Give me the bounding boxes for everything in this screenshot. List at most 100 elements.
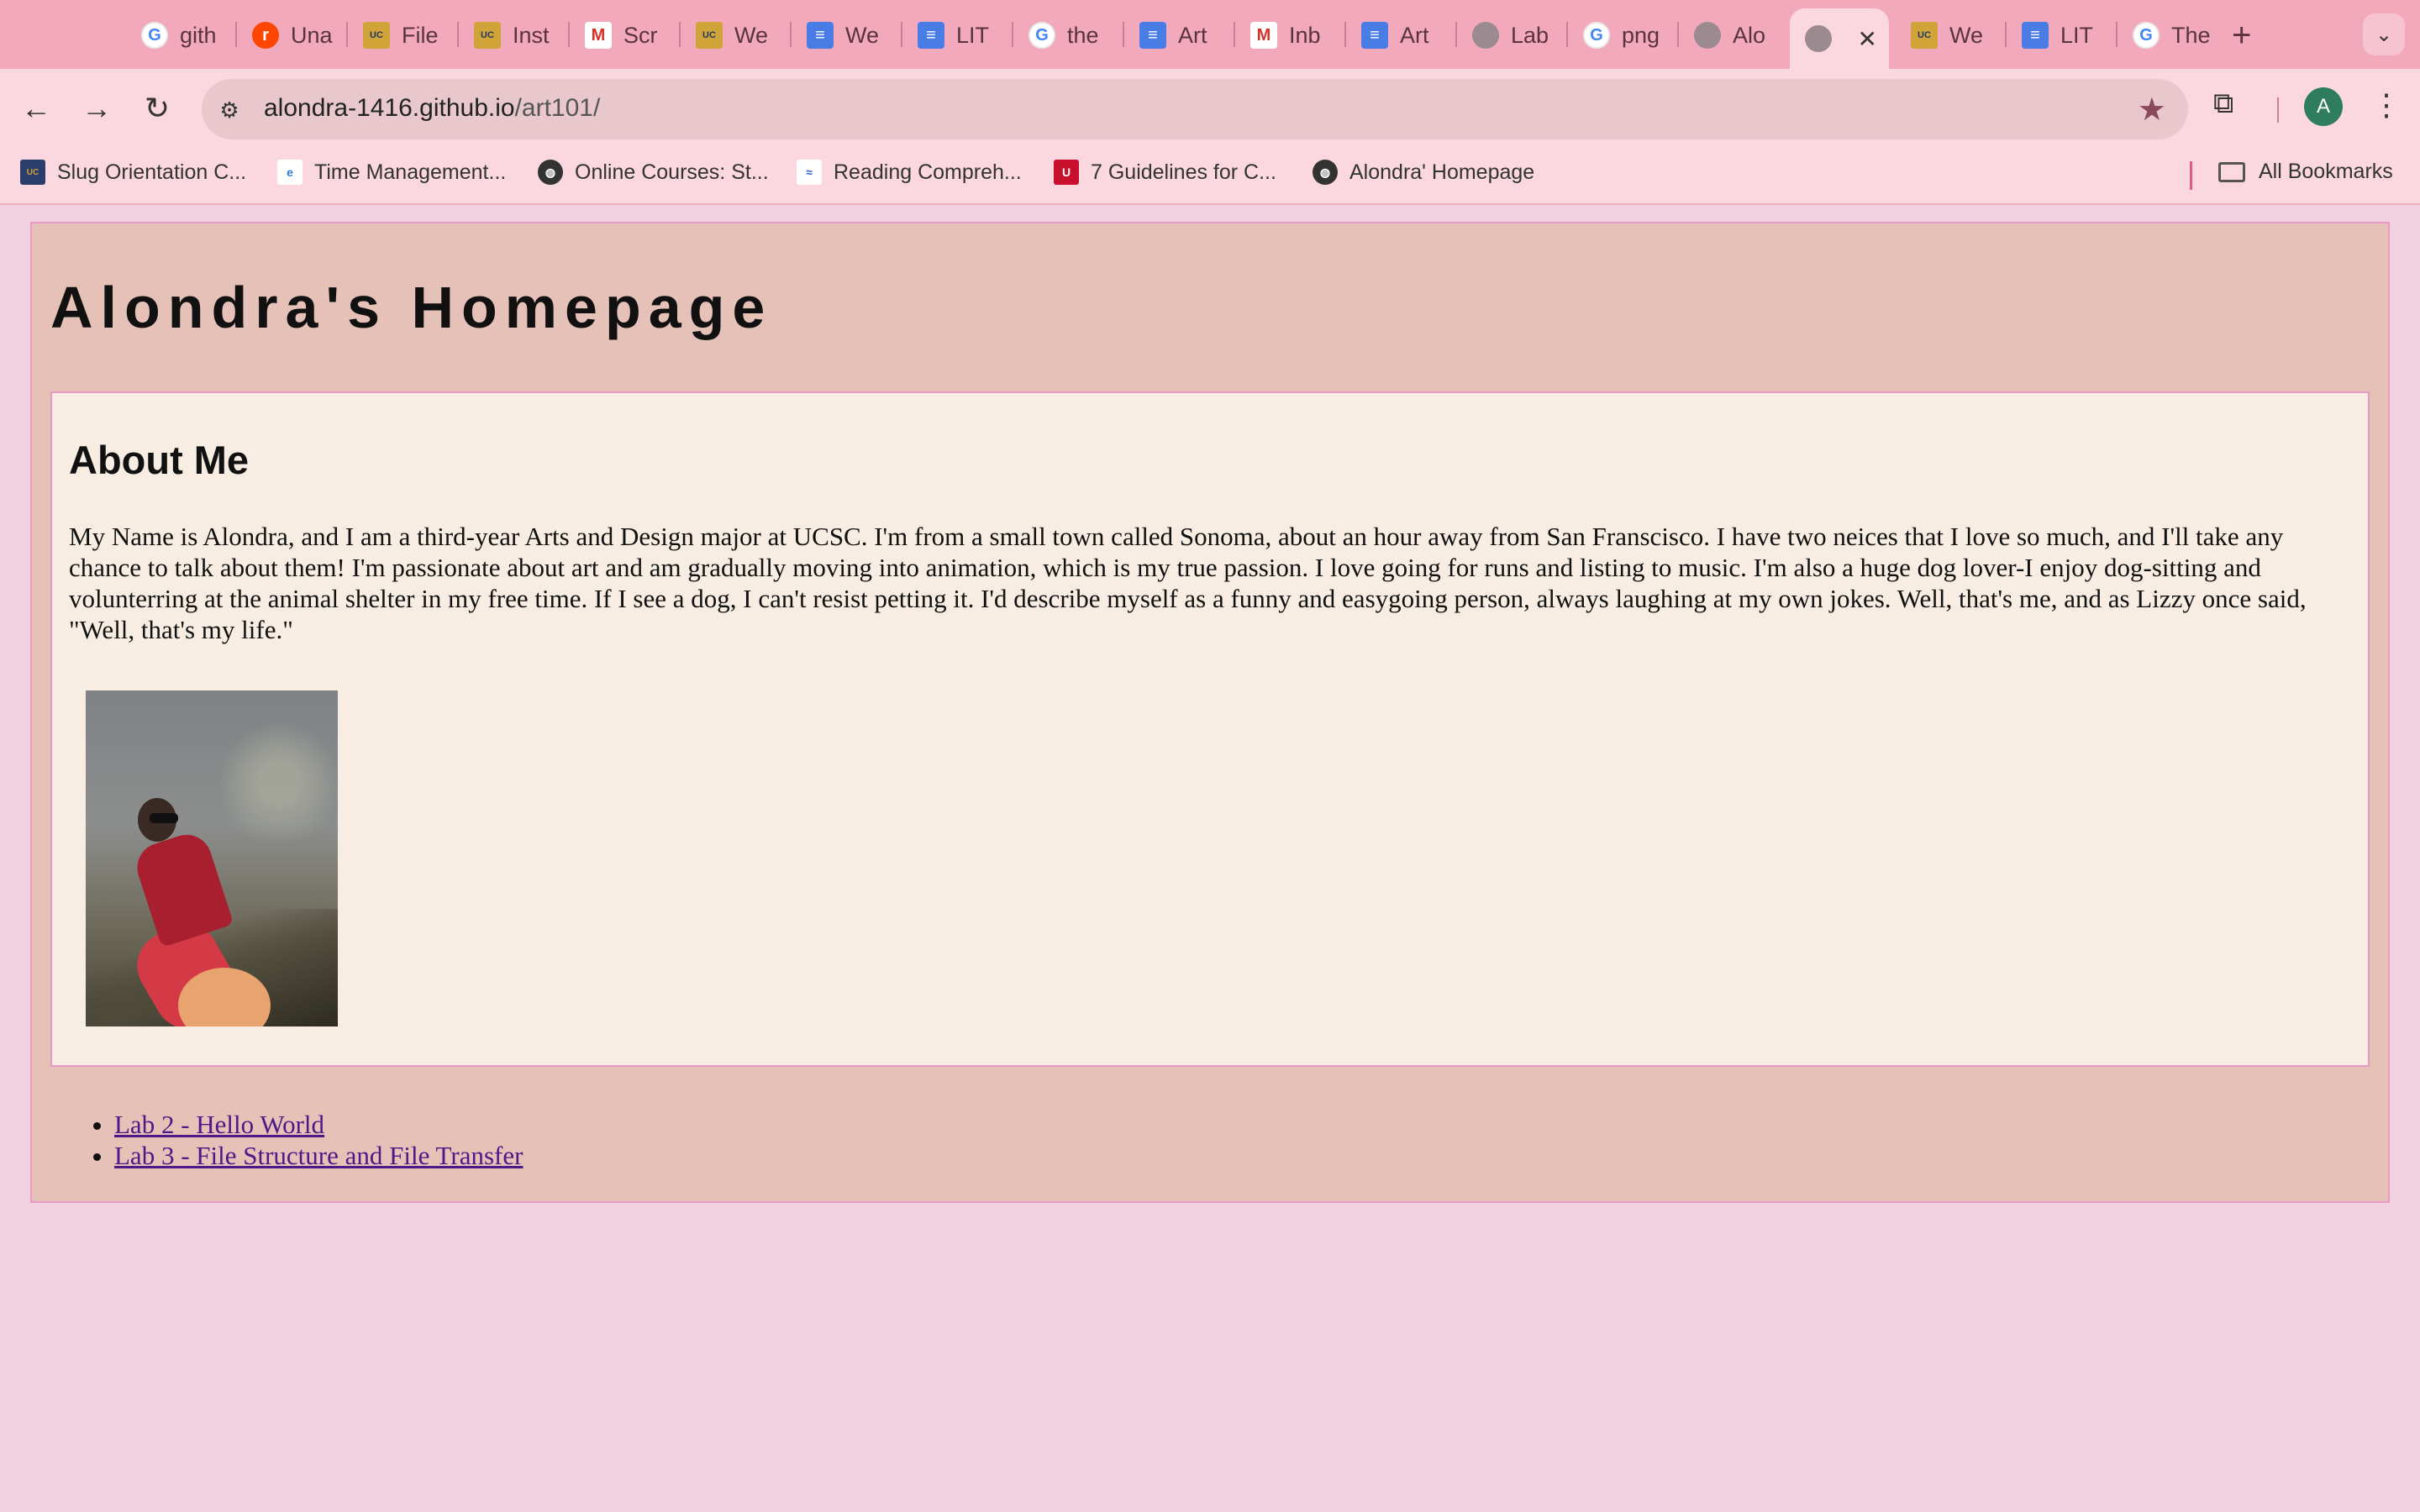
tab[interactable]: UC File xyxy=(348,10,459,60)
tab[interactable]: UC We xyxy=(681,10,792,60)
web-icon xyxy=(1472,22,1499,49)
profile-photo xyxy=(86,690,338,1026)
all-bookmarks-label: All Bookmarks xyxy=(2259,160,2393,183)
url-host: alondra-1416.github.io xyxy=(264,94,515,122)
tab-label: Inst xyxy=(513,22,550,48)
docs-icon: ≡ xyxy=(2022,22,2049,49)
browser-toolbar: ← → ↻ ⚙ alondra-1416.github.io/art101/ ★… xyxy=(0,69,2420,148)
bookmark-item[interactable]: ◍ Online Courses: St... xyxy=(538,160,769,185)
tab-label: We xyxy=(734,22,769,48)
bookmark-star-icon[interactable]: ★ xyxy=(2138,91,2166,129)
bookmark-item[interactable]: ◍ Alondra' Homepage xyxy=(1313,160,1534,185)
tab[interactable]: Gpng xyxy=(1568,10,1679,60)
bookmark-item[interactable]: U 7 Guidelines for C... xyxy=(1054,160,1276,185)
extensions-puzzle-icon[interactable]: ⧉ xyxy=(2213,87,2233,120)
bio-paragraph: My Name is Alondra, and I am a third-yea… xyxy=(69,522,2307,644)
time-management-icon: e xyxy=(277,160,302,185)
site-info-icon[interactable]: ⚙ xyxy=(213,94,245,126)
list-item: Lab 2 - Hello World xyxy=(114,1109,523,1140)
tab[interactable]: ≡ LIT xyxy=(902,10,1013,60)
forward-button[interactable]: → xyxy=(74,86,119,131)
tab-label: gith xyxy=(180,22,217,48)
bookmarks-bar: UC Slug Orientation C... e Time Management… xyxy=(0,148,2420,205)
toolbar-divider xyxy=(2277,97,2279,123)
tab[interactable]: r Una xyxy=(237,10,348,60)
tab[interactable]: UC We xyxy=(1896,10,2007,60)
new-tab-button[interactable]: + xyxy=(2232,17,2251,55)
globe-icon: ◍ xyxy=(538,160,563,185)
bookmark-item[interactable]: e Time Management... xyxy=(277,160,506,185)
gmail-icon: M xyxy=(1250,22,1277,49)
url-path: /art101/ xyxy=(514,94,601,122)
ucsc-icon: UC xyxy=(20,160,45,185)
page-viewport: Alondra's Homepage About Me My Name is A… xyxy=(0,205,2420,1512)
photo-sunglasses xyxy=(150,813,178,823)
tab[interactable]: ≡ LIT xyxy=(2007,10,2118,60)
reddit-icon: r xyxy=(252,22,279,49)
reload-button[interactable]: ↻ xyxy=(134,86,180,131)
tab-label: Scr xyxy=(623,22,658,48)
url-text[interactable]: alondra-1416.github.io/art101/ xyxy=(264,94,600,123)
tab-label: Lab xyxy=(1511,22,1549,48)
tab-label: LIT xyxy=(2060,22,2094,48)
bookmark-label: Time Management... xyxy=(314,160,507,184)
tab-label: the xyxy=(1067,22,1099,48)
tab[interactable]: G The xyxy=(2118,10,2228,60)
close-tab-icon[interactable]: ✕ xyxy=(1858,25,1877,53)
arrow-left-icon: ← xyxy=(21,91,51,125)
profile-avatar[interactable]: A xyxy=(2304,87,2343,126)
tab-label: Una xyxy=(291,22,333,48)
web-icon xyxy=(1805,25,1832,52)
homepage-container: Alondra's Homepage About Me My Name is A… xyxy=(30,222,2390,1203)
more-menu-icon[interactable]: ⋮ xyxy=(2371,87,2402,123)
tab[interactable]: ≡ Art xyxy=(1124,10,1235,60)
arrow-right-icon: → xyxy=(82,91,112,125)
tab-search-chevron-icon[interactable]: ⌄ xyxy=(2363,13,2405,55)
tab[interactable]: Alo xyxy=(1679,10,1790,60)
tab[interactable]: ≡ We xyxy=(792,10,902,60)
page-title: Alondra's Homepage xyxy=(50,275,773,340)
tab-label: Inb xyxy=(1289,22,1321,48)
docs-icon: ≡ xyxy=(1361,22,1388,49)
google-icon: G xyxy=(1583,22,1610,49)
tab[interactable]: Gthe xyxy=(1013,10,1124,60)
tab-active[interactable]: ✕ xyxy=(1790,8,1889,69)
about-heading: About Me xyxy=(69,438,250,482)
tab-label: We xyxy=(845,22,880,48)
reload-icon: ↻ xyxy=(144,91,171,125)
tab[interactable]: Ggith xyxy=(126,10,237,60)
back-button[interactable]: ← xyxy=(13,86,59,131)
tab[interactable]: ≡ Art xyxy=(1346,10,1457,60)
google-icon: G xyxy=(1028,22,1055,49)
reading-icon: ≈ xyxy=(797,160,822,185)
tab-label: LIT xyxy=(956,22,990,48)
ucsc-icon: UC xyxy=(474,22,501,49)
google-icon: G xyxy=(2133,22,2160,49)
address-bar[interactable]: ⚙ alondra-1416.github.io/art101/ ★ xyxy=(202,79,2188,139)
bookmark-item[interactable]: UC Slug Orientation C... xyxy=(20,160,246,185)
tab-label: Art xyxy=(1178,22,1207,48)
lab-2-link[interactable]: Lab 2 - Hello World xyxy=(114,1110,324,1139)
docs-icon: ≡ xyxy=(807,22,834,49)
tab[interactable]: UC Inst xyxy=(459,10,570,60)
bookmarks-divider xyxy=(2190,161,2192,190)
ucsc-icon: UC xyxy=(363,22,390,49)
lab-3-link[interactable]: Lab 3 - File Structure and File Transfer xyxy=(114,1141,523,1170)
web-icon xyxy=(1694,22,1721,49)
about-section: About Me My Name is Alondra, and I am a … xyxy=(50,391,2370,1067)
bookmark-label: Online Courses: St... xyxy=(575,160,769,184)
tab[interactable]: Lab xyxy=(1457,10,1568,60)
all-bookmarks-button[interactable]: All Bookmarks xyxy=(2218,160,2393,184)
tab-label: File xyxy=(402,22,439,48)
google-icon: G xyxy=(141,22,168,49)
tab[interactable]: M Scr xyxy=(570,10,681,60)
folder-icon xyxy=(2218,161,2245,182)
tab[interactable]: M Inb xyxy=(1235,10,1346,60)
usn-icon: U xyxy=(1054,160,1079,185)
bookmark-label: Reading Compreh... xyxy=(834,160,1022,184)
bookmark-item[interactable]: ≈ Reading Compreh... xyxy=(797,160,1022,185)
gmail-icon: M xyxy=(585,22,612,49)
bookmark-label: 7 Guidelines for C... xyxy=(1091,160,1276,184)
tab-label: png xyxy=(1622,22,1660,48)
photo-leaf-shadow xyxy=(220,699,338,867)
